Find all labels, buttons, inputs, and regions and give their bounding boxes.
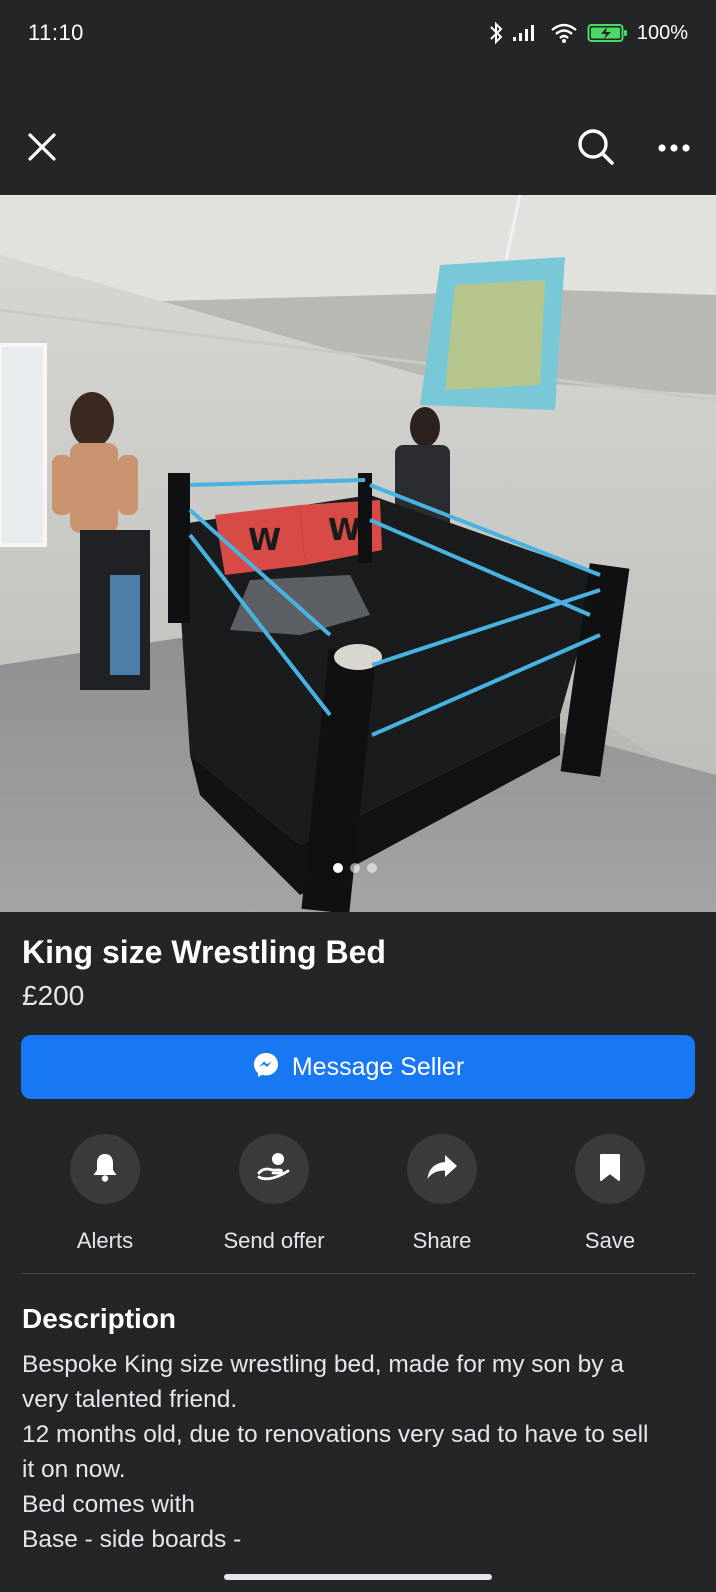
save-circle: [575, 1134, 645, 1204]
description-line: very talented friend.: [22, 1386, 238, 1413]
svg-text:W: W: [328, 513, 361, 548]
system-nav-bar: [0, 1562, 716, 1592]
carousel-dot: [333, 863, 343, 873]
more-options-button[interactable]: [648, 123, 700, 175]
description-line: Base - side boards -: [22, 1526, 242, 1553]
bookmark-icon: [598, 1152, 622, 1187]
battery-charging-icon: [587, 22, 629, 44]
top-bar: [0, 110, 716, 188]
description-heading: Description: [22, 1303, 177, 1334]
send-offer-circle: [239, 1134, 309, 1204]
description-line: it on now.: [22, 1456, 126, 1483]
wifi-icon: [549, 22, 579, 44]
alerts-circle: [70, 1134, 140, 1204]
listing-price: £200: [22, 980, 85, 1011]
more-options-icon: [657, 140, 691, 158]
alerts-button[interactable]: Alerts: [20, 1134, 190, 1254]
home-gesture-handle[interactable]: [224, 1574, 492, 1580]
search-button[interactable]: [570, 123, 622, 175]
svg-text:W: W: [248, 523, 281, 558]
send-offer-label: Send offer: [223, 1228, 325, 1253]
listing-photo[interactable]: W W: [0, 195, 716, 912]
signal-icon: [511, 23, 541, 43]
description-line: 12 months old, due to renovations very s…: [22, 1421, 649, 1448]
message-seller-label: Message Seller: [291, 1052, 465, 1081]
message-seller-button[interactable]: Message Seller: [21, 1035, 695, 1099]
close-button[interactable]: [16, 123, 68, 175]
carousel-dot: [350, 863, 360, 873]
divider: [21, 1273, 695, 1274]
alerts-label: Alerts: [76, 1228, 134, 1253]
bluetooth-icon: [489, 21, 503, 45]
search-icon: [576, 127, 616, 172]
status-icons: 100%: [489, 21, 688, 45]
status-bar: 11:10 100%: [0, 0, 716, 66]
description-line: Bespoke King size wrestling bed, made fo…: [22, 1351, 624, 1378]
save-label: Save: [584, 1228, 636, 1253]
listing-title: King size Wrestling Bed: [22, 934, 386, 970]
status-time: 11:10: [28, 20, 84, 45]
description-body: Bespoke King size wrestling bed, made fo…: [22, 1347, 702, 1557]
battery-percent: 100%: [636, 21, 688, 44]
share-button[interactable]: Share: [357, 1134, 527, 1254]
save-button[interactable]: Save: [525, 1134, 695, 1254]
description-line: Bed comes with: [22, 1491, 195, 1518]
send-offer-icon: [256, 1151, 292, 1188]
messenger-icon: [252, 1051, 280, 1084]
close-icon: [25, 130, 59, 169]
share-label: Share: [412, 1228, 472, 1253]
action-row: Alerts Send offer Share Save: [0, 1134, 716, 1264]
send-offer-button[interactable]: Send offer: [189, 1134, 359, 1254]
carousel-indicator: [333, 863, 377, 873]
share-circle: [407, 1134, 477, 1204]
bell-icon: [90, 1151, 120, 1188]
share-arrow-icon: [425, 1152, 459, 1187]
carousel-dot: [367, 863, 377, 873]
marketplace-listing-screen: 11:10 100% W W King size Wrestling Bed £…: [0, 0, 716, 1592]
